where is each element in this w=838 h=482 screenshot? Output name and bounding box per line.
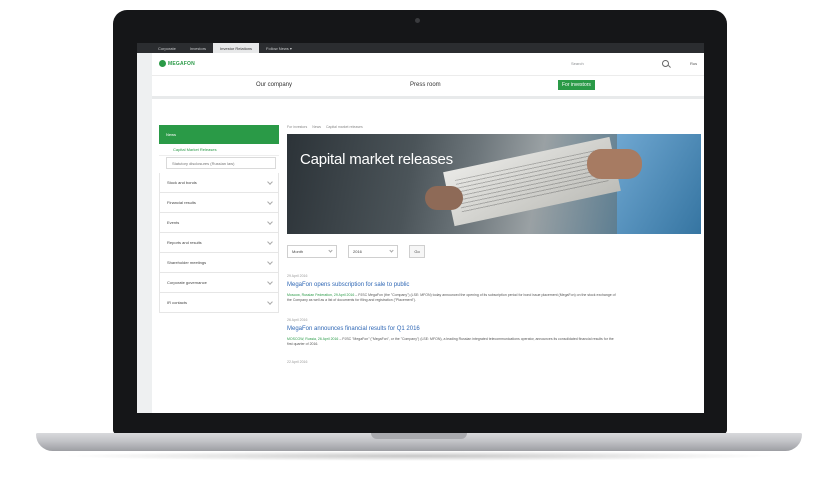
browser-tab-active[interactable]: Investor Relations — [213, 43, 260, 53]
month-select[interactable]: Month — [287, 245, 337, 258]
sidebar-item[interactable]: Events — [159, 213, 279, 233]
release-source: Moscow, Russian Federation, 29 April 201… — [287, 293, 355, 297]
laptop-base — [36, 433, 802, 451]
sidebar-item[interactable]: IR contacts — [159, 293, 279, 313]
sidebar-sub-statutory[interactable]: Statutory disclosures (Russian law) — [166, 157, 276, 169]
laptop-notch — [371, 433, 467, 439]
breadcrumb-item[interactable]: News — [312, 125, 321, 129]
chevron-down-icon — [389, 248, 394, 253]
sidebar-item-label: Corporate governance — [167, 280, 207, 285]
hero-banner: Capital market releases — [287, 134, 701, 234]
language-switch[interactable]: Rus — [690, 61, 697, 66]
chevron-down-icon — [267, 238, 273, 245]
webcam-icon — [415, 18, 420, 23]
search-icon[interactable] — [662, 60, 669, 67]
release-summary: Moscow, Russian Federation, 29 April 201… — [287, 293, 617, 303]
release-date: 29 April 2016 — [287, 274, 308, 278]
release-summary: MOSCOW, Russia, 26 April 2016 – PJSC "Me… — [287, 337, 617, 347]
chevron-down-icon — [267, 298, 273, 305]
sidebar: News Capital Market Releases Statutory d… — [159, 125, 279, 313]
hero-image-hand — [587, 149, 642, 179]
sidebar-item-label: IR contacts — [167, 300, 188, 305]
browser-tab[interactable]: Follow News ▾ — [259, 43, 299, 53]
search-input[interactable]: Search — [571, 61, 584, 66]
release-source: MOSCOW, Russia, 26 April 2016 — [287, 337, 339, 341]
breadcrumb-item[interactable]: For investors — [287, 125, 307, 129]
nav-our-company[interactable]: Our company — [256, 82, 292, 88]
sidebar-item-label: Shareholder meetings — [167, 260, 207, 265]
sidebar-item[interactable]: Shareholder meetings — [159, 253, 279, 273]
browser-topbar: Corporate Investors Investor Relations F… — [137, 43, 704, 53]
nav-press-room[interactable]: Press room — [410, 82, 441, 88]
sidebar-item-label: Financial results — [167, 200, 196, 205]
year-select[interactable]: 2016 — [348, 245, 398, 258]
release-title-link[interactable]: MegaFon opens subscription for sale to p… — [287, 282, 701, 288]
chevron-down-icon — [267, 178, 273, 185]
year-select-value: 2016 — [353, 249, 362, 254]
release-item: 29 April 2016 MegaFon opens subscription… — [287, 274, 701, 303]
release-date: 26 April 2016 — [287, 318, 308, 322]
laptop-shadow — [60, 451, 778, 461]
sidebar-item[interactable]: Financial results — [159, 193, 279, 213]
sidebar-item-label: Reports and results — [167, 240, 202, 245]
sidebar-sub-capital-market[interactable]: Capital Market Releases — [159, 144, 279, 156]
sidebar-item-label: Stock and bonds — [167, 180, 197, 185]
chevron-down-icon — [267, 278, 273, 285]
month-select-value: Month — [292, 249, 304, 254]
go-button[interactable]: Go — [409, 245, 425, 258]
sidebar-item-news[interactable]: News — [159, 125, 279, 144]
breadcrumb-current: Capital market releases — [325, 125, 363, 129]
site-header: MEGAFON Search Rus — [152, 53, 704, 75]
main-nav: Our company Press room For investors — [152, 75, 704, 99]
website: MEGAFON Search Rus Our company Press roo… — [152, 53, 704, 413]
chevron-down-icon — [328, 248, 333, 253]
logo-text[interactable]: MEGAFON — [168, 61, 195, 67]
sidebar-item[interactable]: Reports and results — [159, 233, 279, 253]
page-title: Capital market releases — [300, 151, 453, 168]
browser-tab[interactable]: Corporate — [151, 43, 183, 53]
release-title-link[interactable]: MegaFon announces financial results for … — [287, 326, 701, 332]
release-date: 22 April 2016 — [287, 360, 308, 364]
megafon-logo-icon[interactable] — [159, 60, 166, 67]
browser-tab[interactable]: Investors — [183, 43, 213, 53]
chevron-down-icon — [267, 218, 273, 225]
breadcrumb: For investors News Capital market releas… — [287, 125, 701, 134]
sidebar-item[interactable]: Stock and bonds — [159, 173, 279, 193]
main-content: For investors News Capital market releas… — [287, 125, 701, 364]
release-item: 26 April 2016 MegaFon announces financia… — [287, 318, 701, 347]
nav-for-investors[interactable]: For investors — [558, 80, 595, 90]
hero-image-hand — [425, 186, 463, 210]
filter-bar: Month 2016 Go — [287, 244, 701, 259]
sidebar-item[interactable]: Corporate governance — [159, 273, 279, 293]
chevron-down-icon — [267, 198, 273, 205]
sidebar-item-label: Events — [167, 220, 180, 225]
chevron-down-icon — [267, 258, 273, 265]
laptop-screen: Corporate Investors Investor Relations F… — [137, 43, 704, 413]
